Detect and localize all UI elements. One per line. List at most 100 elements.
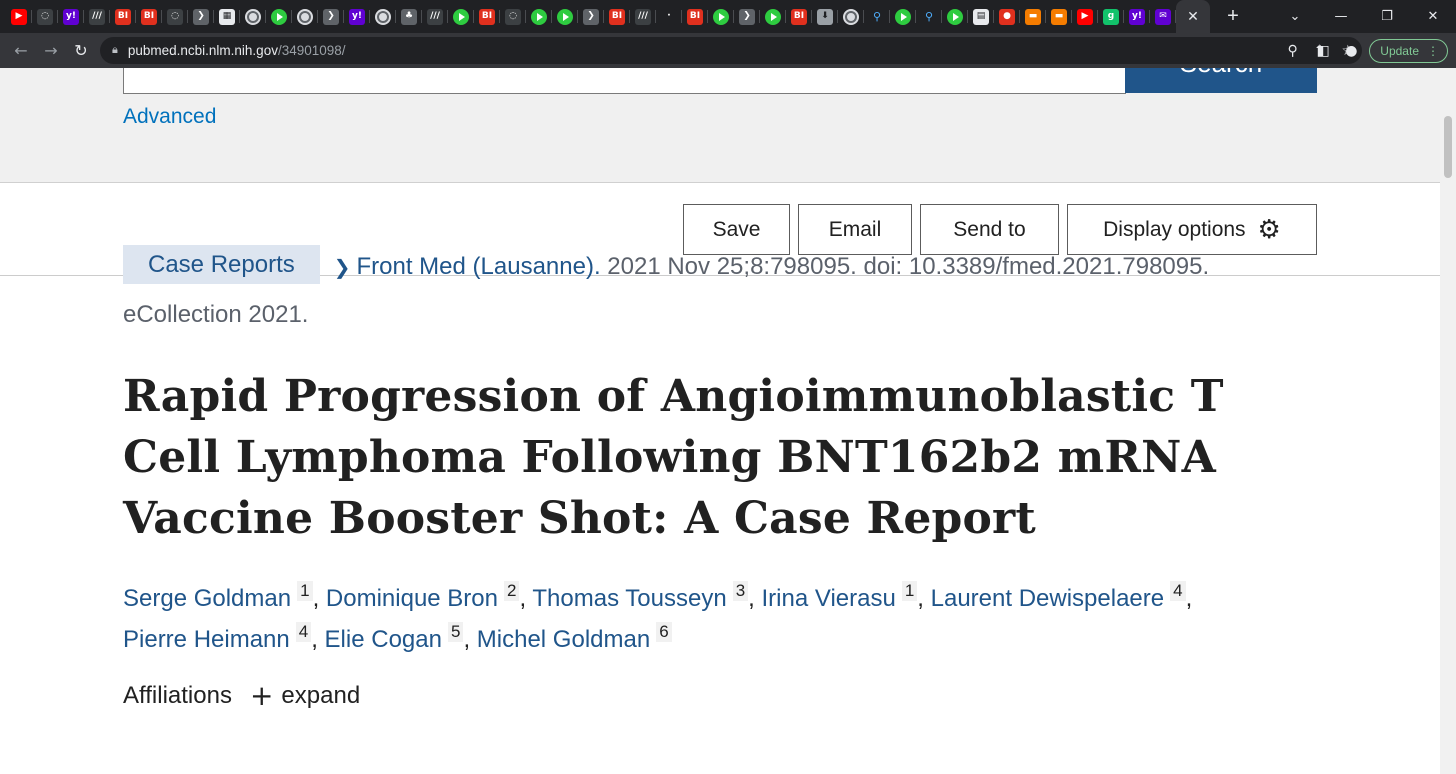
browser-tab[interactable] (240, 0, 266, 33)
browser-tab[interactable]: ▦ (214, 0, 240, 33)
article-title: Rapid Progression of Angioimmunoblastic … (123, 371, 1224, 544)
author-link[interactable]: Laurent Dewispelaere (931, 585, 1164, 612)
browser-tab[interactable]: ▬ (1020, 0, 1046, 33)
browser-tab[interactable]: ▤ (968, 0, 994, 33)
browser-tab[interactable] (526, 0, 552, 33)
browser-tab[interactable] (552, 0, 578, 33)
affiliation-number[interactable]: 4 (295, 622, 312, 642)
forward-icon: ❯ (323, 8, 339, 25)
browser-tab[interactable] (708, 0, 734, 33)
affiliation-number[interactable]: 3 (732, 581, 749, 601)
browser-tab[interactable]: /// (630, 0, 656, 33)
play-icon (947, 8, 963, 25)
browser-tab[interactable]: ◌ (162, 0, 188, 33)
browser-tab[interactable]: /// (422, 0, 448, 33)
browser-tab[interactable] (838, 0, 864, 33)
author-link[interactable]: Dominique Bron (326, 585, 498, 612)
affiliation-number[interactable]: 1 (901, 581, 918, 601)
author-link[interactable]: Serge Goldman (123, 585, 291, 612)
side-panel-icon[interactable]: ◧ (1309, 43, 1337, 59)
browser-tab[interactable] (266, 0, 292, 33)
kebab-menu-icon: ⋮ (1427, 43, 1439, 58)
browser-tab[interactable]: BI (474, 0, 500, 33)
affiliation-number[interactable]: 5 (447, 622, 464, 642)
play-icon (271, 8, 287, 25)
scrollbar-thumb[interactable] (1444, 116, 1452, 178)
browser-tab[interactable]: ▬ (1046, 0, 1072, 33)
author-link[interactable]: Pierre Heimann (123, 626, 290, 653)
browser-tab[interactable]: ⚲ (916, 0, 942, 33)
scrollbar[interactable] (1440, 68, 1456, 774)
play-icon (453, 8, 469, 25)
browser-tab[interactable] (760, 0, 786, 33)
globe-icon (297, 8, 313, 25)
address-bar[interactable]: 🔒︎ pubmed.ncbi.nlm.nih.gov/34901098/ ⚲ ⇪… (100, 37, 1362, 64)
tab-search-icon[interactable]: ⌄ (1272, 9, 1318, 24)
browser-tab[interactable]: y! (344, 0, 370, 33)
shield-icon: ◌ (37, 8, 53, 25)
browser-tab[interactable]: BI (682, 0, 708, 33)
browser-tab[interactable]: ⬇ (812, 0, 838, 33)
browser-tab[interactable]: /// (84, 0, 110, 33)
browser-tab[interactable]: BI (136, 0, 162, 33)
play-icon (713, 8, 729, 25)
affiliation-number[interactable]: 1 (297, 581, 313, 601)
browser-tab[interactable]: · (656, 0, 682, 33)
author-link[interactable]: Thomas Tousseyn (532, 585, 726, 612)
affiliation-number[interactable]: 6 (656, 622, 672, 642)
affiliation-number[interactable]: 2 (504, 581, 520, 601)
browser-tab[interactable]: ♣ (396, 0, 422, 33)
browser-tab[interactable]: ❯ (318, 0, 344, 33)
yahoo-icon: y! (349, 8, 365, 25)
browser-tab[interactable]: ◌ (500, 0, 526, 33)
maximize-icon[interactable]: ❐ (1364, 9, 1410, 24)
author-link[interactable]: Michel Goldman (477, 626, 650, 653)
browser-tab[interactable] (890, 0, 916, 33)
browser-tab[interactable] (370, 0, 396, 33)
author-link[interactable]: Irina Vierasu (762, 585, 896, 612)
update-button[interactable]: Update ⋮ (1369, 38, 1448, 63)
author-separator: , (312, 585, 326, 612)
window-controls: ⌄ — ❐ ✕ (1272, 0, 1456, 33)
browser-tab[interactable]: BI (786, 0, 812, 33)
browser-tab[interactable]: y! (1124, 0, 1150, 33)
browser-tab[interactable]: ✉ (1150, 0, 1176, 33)
profile-icon[interactable]: ● (1337, 43, 1365, 59)
search-input[interactable] (123, 68, 1126, 94)
browser-tab[interactable]: ⚲ (864, 0, 890, 33)
browser-tab[interactable] (942, 0, 968, 33)
back-icon[interactable]: ← (6, 41, 36, 60)
close-window-icon[interactable]: ✕ (1410, 9, 1456, 24)
browser-tab[interactable]: ❯ (578, 0, 604, 33)
affiliation-number[interactable]: 4 (1170, 581, 1186, 601)
url-path: /34901098/ (277, 43, 346, 58)
expand-label: expand (281, 682, 361, 709)
reload-icon[interactable]: ↻ (66, 41, 96, 60)
mic-icon: ● (999, 8, 1015, 25)
browser-tab[interactable] (292, 0, 318, 33)
browser-tab[interactable]: ◌ (32, 0, 58, 33)
active-tab[interactable]: ✕ (1176, 0, 1210, 33)
browser-tab[interactable]: ● (994, 0, 1020, 33)
browser-tab[interactable] (448, 0, 474, 33)
browser-tab[interactable]: ❯ (188, 0, 214, 33)
search-button[interactable]: Search (1125, 68, 1317, 93)
browser-tab[interactable]: ▶ (6, 0, 32, 33)
browser-tab[interactable]: BI (604, 0, 630, 33)
close-tab-icon[interactable]: ✕ (1187, 8, 1199, 25)
forward-nav-icon[interactable]: → (36, 41, 66, 60)
advanced-search-link[interactable]: Advanced (123, 105, 216, 129)
minimize-icon[interactable]: — (1318, 9, 1364, 24)
browser-tab[interactable]: ❯ (734, 0, 760, 33)
expand-affiliations-button[interactable]: + expand (250, 682, 360, 710)
zoom-icon[interactable]: ⚲ (1287, 43, 1297, 59)
author-link[interactable]: Elie Cogan (325, 626, 442, 653)
browser-tab[interactable]: BI (110, 0, 136, 33)
tab-list: ▶ ◌ y! /// BI BI ◌ ❯ ▦ ❯ y! ♣ /// BI ◌ ❯ BI /// · BI ❯ BI ⬇ ⚲ ⚲ ▤… (6, 0, 1176, 33)
browser-tab[interactable]: ▶ (1072, 0, 1098, 33)
journal-link[interactable]: Front Med (Lausanne). (357, 253, 601, 280)
new-tab-button[interactable]: + (1218, 5, 1248, 28)
browser-tab[interactable]: g (1098, 0, 1124, 33)
browser-tab[interactable]: y! (58, 0, 84, 33)
publication-type-badge[interactable]: Case Reports (123, 245, 320, 284)
